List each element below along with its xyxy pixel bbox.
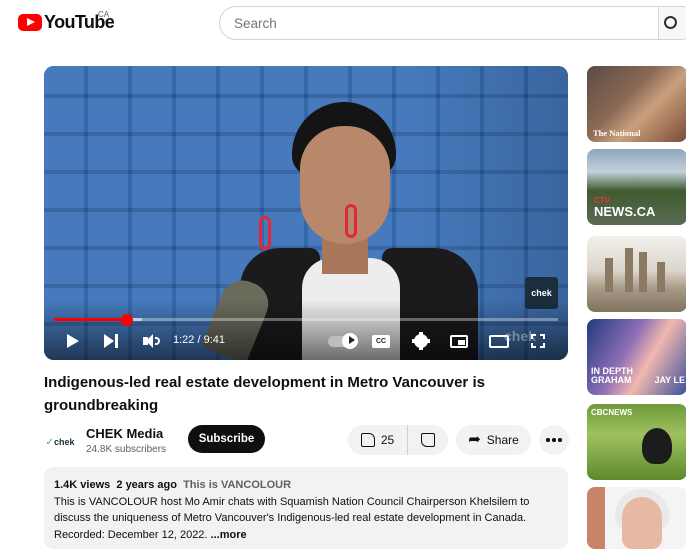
search-button[interactable] bbox=[658, 6, 686, 40]
progress-played bbox=[54, 318, 128, 321]
thumbs-down-icon bbox=[421, 433, 435, 447]
theater-icon bbox=[489, 334, 509, 348]
recommended-video-thumbnail[interactable]: CTV NEWS.CA bbox=[587, 149, 686, 225]
scrubber-handle[interactable] bbox=[121, 313, 134, 326]
thumbnail-graphic bbox=[622, 497, 662, 549]
thumbnail-graphic bbox=[639, 252, 647, 292]
share-label: Share bbox=[486, 433, 519, 447]
fullscreen-button[interactable] bbox=[528, 329, 548, 353]
fullscreen-icon bbox=[531, 334, 545, 348]
play-button[interactable] bbox=[62, 329, 84, 353]
gear-icon bbox=[412, 332, 430, 350]
upload-age: 2 years ago bbox=[116, 479, 177, 491]
play-icon bbox=[67, 334, 79, 348]
more-icon bbox=[546, 438, 562, 442]
description-tag[interactable]: This is VANCOLOUR bbox=[183, 479, 291, 491]
video-title: Indigenous-led real estate development i… bbox=[44, 374, 485, 414]
search-icon bbox=[664, 16, 677, 29]
autoplay-toggle-icon bbox=[328, 332, 358, 349]
autoplay-toggle[interactable] bbox=[326, 329, 358, 353]
recommended-video-thumbnail[interactable] bbox=[587, 487, 686, 549]
captions-icon: CC bbox=[372, 334, 390, 348]
thumbnail-caption: CBCNEWS bbox=[591, 408, 633, 417]
description-more-link[interactable]: ...more bbox=[211, 529, 247, 541]
settings-button[interactable] bbox=[410, 329, 432, 353]
next-icon bbox=[104, 334, 114, 348]
recommended-video-thumbnail[interactable]: The National bbox=[587, 66, 686, 142]
dislike-button[interactable] bbox=[408, 433, 448, 447]
miniplayer-button[interactable] bbox=[448, 329, 470, 353]
video-subject bbox=[345, 204, 357, 238]
channel-name[interactable]: CHEK Media bbox=[86, 426, 163, 441]
miniplayer-icon bbox=[450, 334, 468, 348]
thumbs-up-icon bbox=[360, 433, 375, 447]
description-box[interactable]: 1.4K views 2 years ago This is VANCOLOUR… bbox=[44, 467, 568, 549]
thumbnail-graphic bbox=[642, 428, 672, 464]
thumbnail-graphic bbox=[605, 258, 613, 292]
country-code: CA bbox=[98, 10, 110, 19]
thumbnail-caption: NEWS.CA bbox=[594, 204, 656, 219]
volume-icon-cone bbox=[145, 334, 153, 348]
theater-mode-button[interactable] bbox=[487, 329, 511, 353]
youtube-play-icon bbox=[18, 14, 42, 31]
channel-avatar[interactable]: ✓ chek bbox=[44, 426, 76, 458]
autoplay-play-icon bbox=[349, 335, 355, 344]
description-text: This is VANCOLOUR host Mo Amir chats wit… bbox=[54, 495, 530, 541]
next-icon-bar bbox=[115, 334, 118, 348]
subscriber-count: 24.8K subscribers bbox=[86, 444, 167, 455]
search-placeholder: Search bbox=[234, 15, 277, 31]
share-icon: ➦ bbox=[468, 431, 481, 448]
recommended-video-thumbnail[interactable]: CBCNEWS bbox=[587, 404, 686, 480]
recommended-video-thumbnail[interactable]: IN DEPTH GRAHAM JAY LE bbox=[587, 319, 686, 395]
thumbnail-graphic bbox=[625, 248, 633, 292]
view-count: 1.4K views bbox=[54, 479, 111, 491]
like-count: 25 bbox=[380, 433, 395, 447]
next-button[interactable] bbox=[100, 329, 122, 353]
share-button[interactable]: ➦ Share bbox=[456, 425, 531, 455]
recommended-video-thumbnail[interactable] bbox=[587, 236, 686, 312]
thumbnail-caption-right: JAY LE bbox=[654, 375, 685, 385]
thumbnail-caption: IN DEPTH GRAHAM bbox=[591, 366, 634, 385]
progress-bar[interactable] bbox=[54, 313, 558, 326]
volume-icon-wave bbox=[154, 337, 160, 345]
time-display: 1:22 / 9:41 bbox=[173, 334, 225, 346]
video-player[interactable]: chek chek 1:22 / 9:41 CC bbox=[44, 66, 568, 360]
like-button[interactable]: 25 bbox=[348, 425, 408, 455]
more-actions-button[interactable] bbox=[539, 425, 569, 455]
search-input[interactable]: Search bbox=[219, 6, 659, 40]
mute-button[interactable] bbox=[138, 329, 164, 353]
thumbnail-graphic bbox=[657, 262, 665, 292]
check-icon: ✓ bbox=[45, 436, 54, 448]
thumbnail-caption: The National bbox=[593, 128, 641, 138]
captions-button[interactable]: CC bbox=[370, 329, 392, 353]
video-subject bbox=[259, 216, 271, 250]
subscribe-button[interactable]: Subscribe bbox=[188, 425, 265, 453]
like-dislike-group: 25 bbox=[348, 425, 448, 455]
